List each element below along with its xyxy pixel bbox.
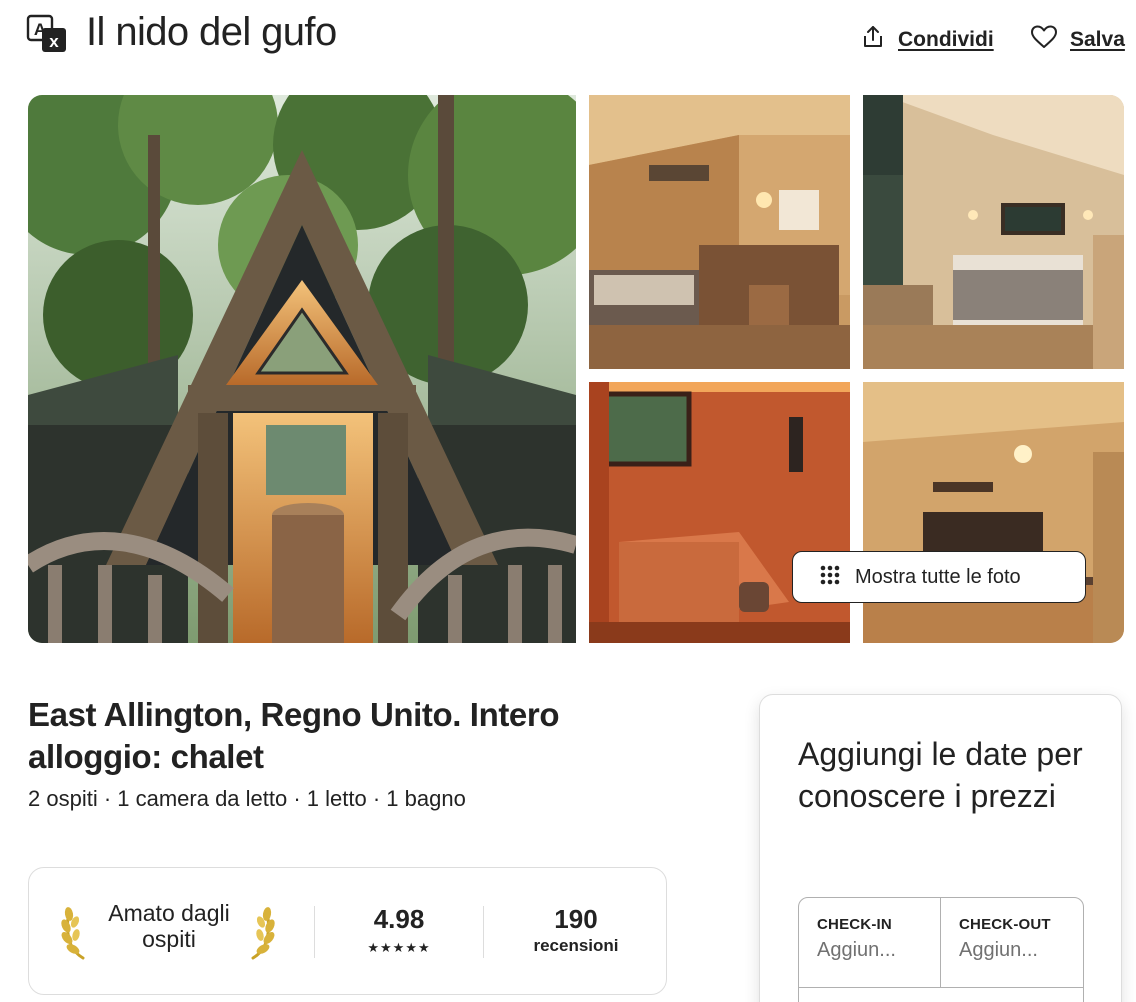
date-picker[interactable]: CHECK-IN Aggiun... CHECK-OUT Aggiun... (798, 897, 1084, 1002)
listing-details: 2 ospiti · 1 camera da letto · 1 letto ·… (28, 786, 466, 811)
checkout-placeholder: Aggiun... (959, 939, 1038, 961)
checkout-label: CHECK-OUT (959, 916, 1051, 933)
rating-value: 4.98 (373, 904, 425, 934)
translate-icon[interactable]: A x (26, 14, 68, 54)
show-all-photos-button[interactable]: Mostra tutte le foto (792, 551, 1086, 603)
gallery-photo[interactable] (589, 95, 850, 369)
listing-header: A x Il nido del gufo Condividi Salva (0, 0, 1136, 80)
checkin-placeholder: Aggiun... (817, 939, 896, 961)
star-rating-icon: ★★★★★ (367, 940, 431, 955)
gallery-photo[interactable] (589, 382, 850, 643)
booking-heading: Aggiungi le date per conoscere i prezzi (798, 736, 1083, 814)
checkin-label: CHECK-IN (817, 916, 892, 933)
reviews-count[interactable]: 190 (484, 904, 668, 935)
laurel-left-icon (61, 904, 91, 960)
checkin-field[interactable]: CHECK-IN Aggiun... (799, 898, 941, 988)
checkout-field[interactable]: CHECK-OUT Aggiun... (941, 898, 1083, 988)
show-all-photos-label: Mostra tutte le foto (855, 565, 1021, 588)
heart-icon (1030, 24, 1058, 55)
share-label: Condividi (898, 27, 994, 51)
grid-dots-icon (819, 564, 841, 591)
guest-favorite-card[interactable]: Amato dagli ospiti 4.98 ★★★★★ 190 recens… (28, 867, 667, 995)
page-title: Il nido del gufo (86, 10, 337, 54)
laurel-right-icon (245, 904, 275, 960)
save-button[interactable]: Salva (1030, 24, 1125, 55)
listing-title: East Allington, Regno Unito. Intero allo… (28, 696, 560, 775)
reviews-label[interactable]: recensioni (484, 936, 668, 956)
share-icon (860, 24, 886, 55)
share-button[interactable]: Condividi (860, 24, 994, 55)
gallery-photo[interactable] (863, 95, 1124, 369)
svg-text:x: x (49, 32, 59, 51)
guest-favorite-label: Amato dagli ospiti (108, 900, 230, 952)
gallery-photo[interactable] (863, 382, 1124, 643)
main-photo[interactable] (28, 95, 576, 643)
guests-field[interactable] (799, 987, 1083, 1002)
save-label: Salva (1070, 27, 1125, 51)
booking-card: Aggiungi le date per conoscere i prezzi … (759, 694, 1122, 1002)
